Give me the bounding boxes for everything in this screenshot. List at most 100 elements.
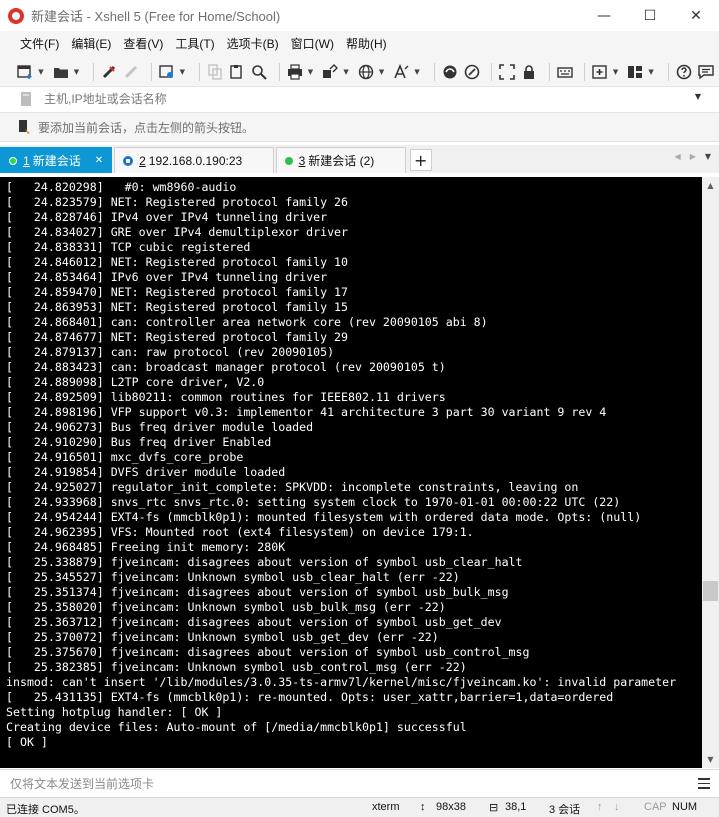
menu-window[interactable]: 窗口(W) bbox=[285, 31, 340, 57]
compose-bar bbox=[0, 769, 719, 797]
terminal-line: [ OK ] bbox=[6, 735, 48, 749]
session-prev-icon[interactable]: ↑ bbox=[597, 801, 603, 813]
hint-bar: 要添加当前会话，点击左侧的箭头按钮。 bbox=[0, 112, 719, 142]
disconnect-icon[interactable] bbox=[122, 62, 140, 82]
tab-number: 1 bbox=[23, 153, 30, 168]
new-tab-icon[interactable] bbox=[591, 62, 609, 82]
scroll-up-icon[interactable]: ▲ bbox=[702, 177, 719, 194]
toolbar-separator bbox=[278, 62, 280, 81]
terminal-line: [ 24.962395] VFS: Mounted root (ext4 fil… bbox=[6, 525, 474, 539]
tab-label: 192.168.0.190:23 bbox=[148, 153, 243, 168]
fullscreen-icon[interactable] bbox=[498, 62, 516, 82]
copy-icon[interactable] bbox=[206, 62, 224, 82]
find-icon[interactable] bbox=[250, 62, 268, 82]
help-icon[interactable] bbox=[675, 62, 693, 82]
window-controls: — ☐ ✕ bbox=[581, 0, 719, 31]
terminal-line: [ 24.859470] NET: Registered protocol fa… bbox=[6, 285, 349, 299]
terminal-line: [ 24.968485] Freeing init memory: 280K bbox=[6, 540, 286, 554]
tab-session-2[interactable]: 2 192.168.0.190:23 ✕ bbox=[114, 147, 274, 173]
window-title: 新建会话 - Xshell 5 (Free for Home/School) bbox=[31, 9, 281, 24]
xftp-icon[interactable] bbox=[441, 62, 459, 82]
globe-icon[interactable] bbox=[357, 62, 375, 82]
terminal-line: Setting hotplug handler: [ OK ] bbox=[6, 705, 223, 719]
terminal-line: [ 25.338879] fjveincam: disagrees about … bbox=[6, 555, 523, 569]
font-icon[interactable] bbox=[392, 62, 410, 82]
menu-help[interactable]: 帮助(H) bbox=[340, 31, 393, 57]
reconnect-icon[interactable] bbox=[100, 62, 118, 82]
tab-session-3[interactable]: 3 新建会话 (2) ✕ bbox=[275, 147, 406, 173]
address-dropdown-icon[interactable]: ▼ bbox=[695, 92, 701, 101]
terminal-type: xterm bbox=[372, 801, 400, 813]
connection-status: 已连接 COM5。 bbox=[6, 804, 85, 816]
layout-dropdown-icon[interactable]: ▼ bbox=[648, 68, 655, 76]
tab-prev-icon[interactable]: ◀ bbox=[675, 152, 681, 161]
font-dropdown-icon[interactable]: ▼ bbox=[414, 68, 421, 76]
new-session-icon[interactable] bbox=[16, 62, 34, 82]
tab-bar: 1 新建会话 ✕ 2 192.168.0.190:23 ✕ 3 新建会话 (2)… bbox=[0, 145, 719, 173]
address-input[interactable] bbox=[6, 88, 713, 110]
tab-next-icon[interactable]: ▶ bbox=[690, 152, 696, 161]
terminal-line: [ 24.823579] NET: Registered protocol fa… bbox=[6, 195, 349, 209]
terminal-line: [ 24.954244] EXT4-fs (mmcblk0p1): mounte… bbox=[6, 510, 642, 524]
keyboard-icon[interactable] bbox=[555, 62, 573, 82]
menu-file[interactable]: 文件(F) bbox=[14, 31, 65, 57]
terminal-line: [ 24.925027] regulator_init_complete: SP… bbox=[6, 480, 579, 494]
xmanager-icon[interactable] bbox=[463, 62, 481, 82]
terminal-line: [ 24.874677] NET: Registered protocol fa… bbox=[6, 330, 349, 344]
tab-list-icon[interactable]: ▼ bbox=[705, 152, 711, 161]
transfer-icon[interactable] bbox=[321, 62, 339, 82]
close-button[interactable]: ✕ bbox=[673, 0, 719, 31]
tab-label: 新建会话 (2) bbox=[308, 154, 375, 168]
terminal-line: [ 25.351374] fjveincam: disagrees about … bbox=[6, 585, 509, 599]
size-icon: ↕ bbox=[420, 801, 426, 813]
paste-icon[interactable] bbox=[228, 62, 246, 82]
add-tab-button[interactable]: + bbox=[409, 149, 432, 171]
secure-session-icon bbox=[123, 155, 134, 166]
terminal-scrollbar[interactable]: ▲ ▼ bbox=[702, 177, 719, 768]
compose-menu-icon[interactable] bbox=[689, 778, 719, 789]
toolbar-separator bbox=[198, 62, 200, 81]
minimize-button[interactable]: — bbox=[581, 0, 627, 31]
chat-icon[interactable] bbox=[697, 62, 715, 82]
caps-lock-indicator: CAP bbox=[644, 801, 667, 813]
tab-close-icon[interactable]: ✕ bbox=[95, 155, 103, 166]
properties-icon[interactable] bbox=[157, 62, 175, 82]
menu-view[interactable]: 查看(V) bbox=[117, 31, 169, 57]
terminal-output[interactable]: [ 24.820298] #0: wm8960-audio[ 24.823579… bbox=[0, 177, 702, 768]
session-next-icon[interactable]: ↓ bbox=[614, 801, 620, 813]
tab-label: 新建会话 bbox=[32, 154, 81, 168]
compose-input[interactable] bbox=[0, 770, 689, 797]
terminal-line: insmod: can't insert '/lib/modules/3.0.3… bbox=[6, 675, 677, 689]
layout-icon[interactable] bbox=[626, 62, 644, 82]
terminal-line: [ 24.910290] Bus freq driver Enabled bbox=[6, 435, 272, 449]
terminal-line: [ 24.916501] mxc_dvfs_core_probe bbox=[6, 450, 244, 464]
menu-tab[interactable]: 选项卡(B) bbox=[221, 31, 285, 57]
add-session-arrow-icon[interactable] bbox=[18, 120, 32, 134]
open-dropdown-icon[interactable]: ▼ bbox=[74, 68, 81, 76]
cursor-icon: ⊟ bbox=[489, 802, 499, 814]
lock-icon[interactable] bbox=[520, 62, 538, 82]
open-folder-icon[interactable] bbox=[52, 62, 70, 82]
properties-dropdown-icon[interactable]: ▼ bbox=[180, 68, 187, 76]
menu-edit[interactable]: 编辑(E) bbox=[65, 31, 117, 57]
terminal-line: [ 25.345527] fjveincam: Unknown symbol u… bbox=[6, 570, 460, 584]
print-dropdown-icon[interactable]: ▼ bbox=[308, 68, 315, 76]
terminal-line: [ 24.863953] NET: Registered protocol fa… bbox=[6, 300, 349, 314]
scroll-down-icon[interactable]: ▼ bbox=[702, 751, 719, 768]
print-icon[interactable] bbox=[286, 62, 304, 82]
globe-dropdown-icon[interactable]: ▼ bbox=[379, 68, 386, 76]
maximize-button[interactable]: ☐ bbox=[627, 0, 673, 31]
terminal-line: [ 25.375670] fjveincam: disagrees about … bbox=[6, 645, 530, 659]
menu-bar: 文件(F) 编辑(E) 查看(V) 工具(T) 选项卡(B) 窗口(W) 帮助(… bbox=[0, 31, 719, 57]
tab-session-1[interactable]: 1 新建会话 ✕ bbox=[0, 147, 113, 173]
menu-tools[interactable]: 工具(T) bbox=[169, 31, 220, 57]
terminal-line: [ 24.883423] can: broadcast manager prot… bbox=[6, 360, 446, 374]
new-tab-dropdown-icon[interactable]: ▼ bbox=[613, 68, 620, 76]
toolbar-separator bbox=[491, 62, 493, 81]
new-session-dropdown-icon[interactable]: ▼ bbox=[38, 68, 45, 76]
terminal-size: 98x38 bbox=[436, 801, 466, 813]
scrollbar-thumb[interactable] bbox=[703, 581, 718, 601]
transfer-dropdown-icon[interactable]: ▼ bbox=[343, 68, 350, 76]
address-bar: ▼ bbox=[6, 88, 713, 110]
tab-number: 2 bbox=[139, 153, 146, 168]
